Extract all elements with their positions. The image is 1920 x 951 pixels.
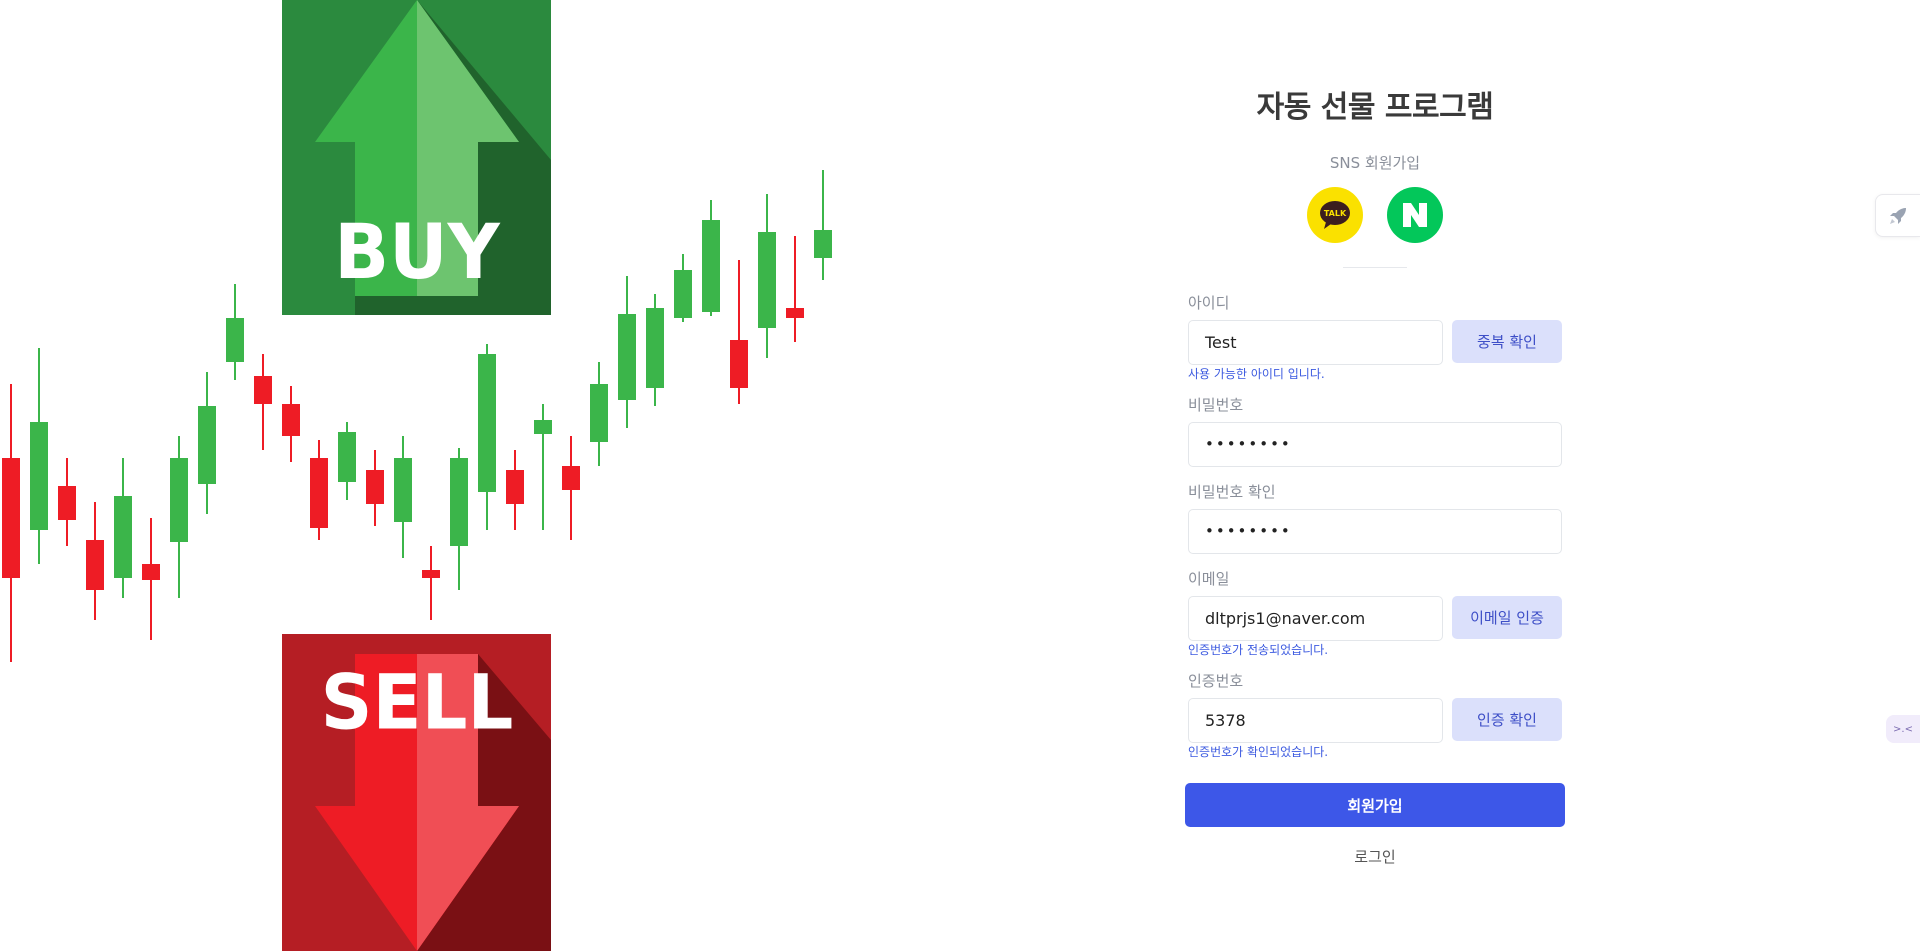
candle [450, 448, 468, 590]
password-confirm-label: 비밀번호 확인 [1188, 483, 1276, 501]
rocket-icon [1890, 207, 1906, 224]
candle [142, 518, 160, 640]
candle-body [254, 376, 272, 404]
candle [310, 440, 328, 540]
buy-label: BUY [334, 209, 501, 297]
candle-body [450, 458, 468, 546]
email-verify-button[interactable]: 이메일 인증 [1452, 596, 1562, 639]
rocket-float-button[interactable] [1875, 194, 1920, 237]
candle [2, 384, 20, 662]
buy-badge: BUY [282, 0, 551, 315]
id-hint: 사용 가능한 아이디 입니다. [1188, 367, 1325, 381]
candle-body [702, 220, 720, 312]
password-label: 비밀번호 [1188, 396, 1244, 414]
candle [758, 194, 776, 358]
email-label: 이메일 [1188, 570, 1230, 588]
divider [1343, 267, 1407, 268]
candle-body [30, 422, 48, 530]
candle-body [142, 564, 160, 580]
sns-buttons: TALK [1180, 187, 1570, 243]
check-duplicate-button[interactable]: 중복 확인 [1452, 320, 1562, 363]
candle-body [366, 470, 384, 504]
candle [814, 170, 832, 280]
id-label: 아이디 [1188, 294, 1230, 312]
candle-body [86, 540, 104, 590]
sell-badge: SELL [282, 634, 551, 951]
candle [86, 502, 104, 620]
candle [534, 404, 552, 530]
candle [114, 458, 132, 598]
sns-signup-label: SNS 회원가입 [1329, 154, 1421, 172]
candle-body [478, 354, 496, 492]
candle [226, 284, 244, 380]
code-confirm-button[interactable]: 인증 확인 [1452, 698, 1562, 741]
candle-body [114, 496, 132, 578]
candle [198, 372, 216, 514]
candle-body [590, 384, 608, 442]
candle [730, 260, 748, 404]
candle-body [618, 314, 636, 400]
chat-float-button[interactable]: >.< [1886, 715, 1920, 743]
candle-body [730, 340, 748, 388]
page-title: 자동 선물 프로그램 [1256, 90, 1494, 125]
naver-icon [1403, 203, 1427, 227]
code-input[interactable]: 5378 [1188, 698, 1443, 743]
candle-body [422, 570, 440, 578]
id-input[interactable]: Test [1188, 320, 1443, 365]
candle [786, 236, 804, 342]
candle-body [198, 406, 216, 484]
candle-body [282, 404, 300, 436]
candle [422, 546, 440, 620]
candle [646, 294, 664, 406]
password-input[interactable]: •••••••• [1188, 422, 1562, 467]
candlestick-chart: BUY SELL [2, 0, 832, 951]
candle [562, 436, 580, 540]
kakao-signup-button[interactable]: TALK [1307, 187, 1363, 243]
code-label: 인증번호 [1188, 672, 1244, 690]
candle [618, 276, 636, 428]
candle [702, 200, 720, 316]
candle-body [170, 458, 188, 542]
candle [58, 458, 76, 546]
password-confirm-input[interactable]: •••••••• [1188, 509, 1562, 554]
email-hint: 인증번호가 전송되었습니다. [1188, 643, 1329, 657]
login-link[interactable]: 로그인 [1180, 846, 1570, 867]
candle [338, 422, 356, 500]
candle-body [814, 230, 832, 258]
candle-body [394, 458, 412, 522]
candle [366, 450, 384, 526]
candle [674, 254, 692, 322]
naver-signup-button[interactable] [1387, 187, 1443, 243]
kakao-talk-icon: TALK [1320, 201, 1350, 229]
candle-body [646, 308, 664, 388]
hero-illustration: BUY SELL [0, 0, 840, 951]
candle [506, 450, 524, 530]
signup-panel: 자동 선물 프로그램 SNS 회원가입 TALK 아이디 Test 중복 확인 … [1180, 0, 1570, 951]
candle [394, 436, 412, 558]
candle-body [226, 318, 244, 362]
candle-body [310, 458, 328, 528]
sell-label: SELL [321, 659, 514, 747]
kakao-talk-text: TALK [1324, 209, 1347, 218]
candle-body [562, 466, 580, 490]
candle [30, 348, 48, 564]
candle-body [58, 486, 76, 520]
candle-body [2, 458, 20, 578]
candle [282, 386, 300, 462]
candle [170, 436, 188, 598]
candle-body [786, 308, 804, 318]
candle-body [534, 420, 552, 434]
signup-button[interactable]: 회원가입 [1185, 783, 1565, 827]
candle [254, 354, 272, 450]
code-hint: 인증번호가 확인되었습니다. [1188, 745, 1329, 759]
candle [590, 362, 608, 466]
candle-body [338, 432, 356, 482]
candle [478, 344, 496, 530]
candle-body [758, 232, 776, 328]
email-input[interactable]: dltprjs1@naver.com [1188, 596, 1443, 641]
candle-body [674, 270, 692, 318]
candle-body [506, 470, 524, 504]
